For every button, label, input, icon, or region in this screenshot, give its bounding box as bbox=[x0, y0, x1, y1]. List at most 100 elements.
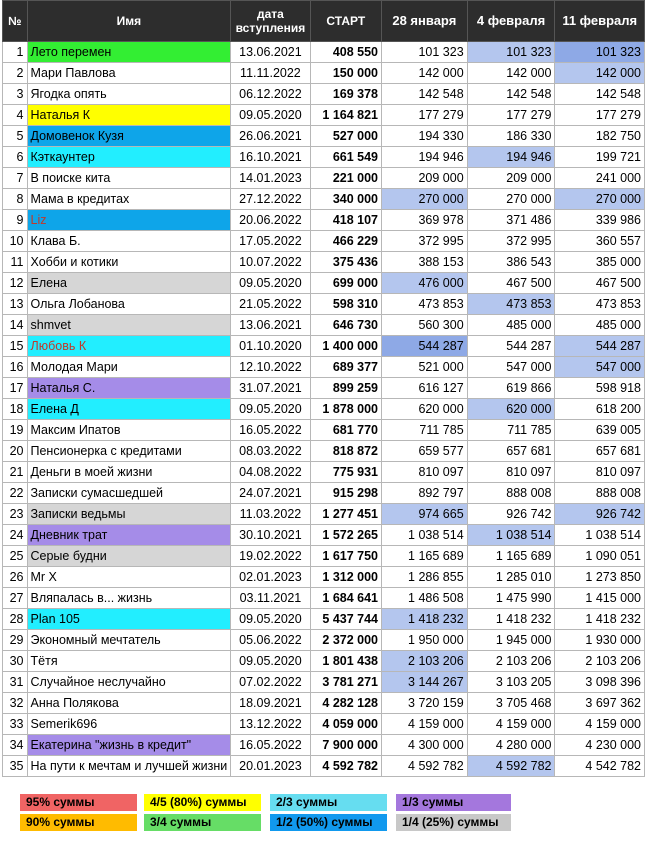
cell-join-date[interactable]: 26.06.2021 bbox=[230, 125, 311, 147]
header-week-2[interactable]: 4 февраля bbox=[466, 0, 556, 42]
header-start[interactable]: СТАРТ bbox=[309, 0, 383, 42]
cell-week-1[interactable]: 4 592 782 bbox=[381, 755, 468, 777]
cell-name[interactable]: Анна Полякова bbox=[26, 692, 232, 714]
cell-week-1[interactable]: 1 418 232 bbox=[381, 608, 468, 630]
cell-week-2[interactable]: 142 548 bbox=[466, 83, 556, 105]
cell-num[interactable]: 3 bbox=[2, 83, 28, 105]
cell-start[interactable]: 598 310 bbox=[309, 293, 383, 315]
cell-join-date[interactable]: 24.07.2021 bbox=[230, 482, 311, 504]
cell-start[interactable]: 1 572 265 bbox=[309, 524, 383, 546]
cell-join-date[interactable]: 27.12.2022 bbox=[230, 188, 311, 210]
cell-week-1[interactable]: 659 577 bbox=[381, 440, 468, 462]
cell-week-2[interactable]: 270 000 bbox=[466, 188, 556, 210]
cell-week-2[interactable]: 101 323 bbox=[466, 41, 556, 63]
cell-week-1[interactable]: 4 159 000 bbox=[381, 713, 468, 735]
cell-join-date[interactable]: 13.06.2021 bbox=[230, 314, 311, 336]
cell-start[interactable]: 5 437 744 bbox=[309, 608, 383, 630]
cell-start[interactable]: 221 000 bbox=[309, 167, 383, 189]
cell-week-3[interactable]: 4 159 000 bbox=[554, 713, 645, 735]
cell-week-2[interactable]: 4 159 000 bbox=[466, 713, 556, 735]
cell-week-3[interactable]: 142 000 bbox=[554, 62, 645, 84]
cell-week-3[interactable]: 3 697 362 bbox=[554, 692, 645, 714]
cell-num[interactable]: 13 bbox=[2, 293, 28, 315]
cell-week-1[interactable]: 616 127 bbox=[381, 377, 468, 399]
cell-start[interactable]: 899 259 bbox=[309, 377, 383, 399]
cell-week-1[interactable]: 101 323 bbox=[381, 41, 468, 63]
cell-num[interactable]: 12 bbox=[2, 272, 28, 294]
cell-num[interactable]: 14 bbox=[2, 314, 28, 336]
cell-week-1[interactable]: 1 165 689 bbox=[381, 545, 468, 567]
cell-name[interactable]: Деньги в моей жизни bbox=[26, 461, 232, 483]
cell-week-1[interactable]: 476 000 bbox=[381, 272, 468, 294]
cell-num[interactable]: 30 bbox=[2, 650, 28, 672]
cell-start[interactable]: 1 164 821 bbox=[309, 104, 383, 126]
cell-name[interactable]: Записки ведьмы bbox=[26, 503, 232, 525]
cell-week-1[interactable]: 142 548 bbox=[381, 83, 468, 105]
cell-start[interactable]: 150 000 bbox=[309, 62, 383, 84]
cell-week-3[interactable]: 657 681 bbox=[554, 440, 645, 462]
cell-num[interactable]: 9 bbox=[2, 209, 28, 231]
cell-week-3[interactable]: 639 005 bbox=[554, 419, 645, 441]
cell-week-3[interactable]: 618 200 bbox=[554, 398, 645, 420]
cell-start[interactable]: 1 878 000 bbox=[309, 398, 383, 420]
cell-week-1[interactable]: 3 144 267 bbox=[381, 671, 468, 693]
cell-week-3[interactable]: 199 721 bbox=[554, 146, 645, 168]
cell-num[interactable]: 11 bbox=[2, 251, 28, 273]
cell-num[interactable]: 26 bbox=[2, 566, 28, 588]
cell-week-2[interactable]: 711 785 bbox=[466, 419, 556, 441]
cell-week-1[interactable]: 544 287 bbox=[381, 335, 468, 357]
cell-name[interactable]: Экономный мечтатель bbox=[26, 629, 232, 651]
cell-num[interactable]: 1 bbox=[2, 41, 28, 63]
cell-num[interactable]: 18 bbox=[2, 398, 28, 420]
cell-week-2[interactable]: 3 103 205 bbox=[466, 671, 556, 693]
cell-join-date[interactable]: 18.09.2021 bbox=[230, 692, 311, 714]
cell-start[interactable]: 1 312 000 bbox=[309, 566, 383, 588]
cell-join-date[interactable]: 21.05.2022 bbox=[230, 293, 311, 315]
cell-week-2[interactable]: 485 000 bbox=[466, 314, 556, 336]
cell-week-1[interactable]: 892 797 bbox=[381, 482, 468, 504]
cell-join-date[interactable]: 03.11.2021 bbox=[230, 587, 311, 609]
cell-name[interactable]: Мама в кредитах bbox=[26, 188, 232, 210]
cell-week-2[interactable]: 473 853 bbox=[466, 293, 556, 315]
cell-join-date[interactable]: 13.06.2021 bbox=[230, 41, 311, 63]
cell-week-2[interactable]: 1 038 514 bbox=[466, 524, 556, 546]
cell-start[interactable]: 2 372 000 bbox=[309, 629, 383, 651]
cell-week-2[interactable]: 547 000 bbox=[466, 356, 556, 378]
cell-start[interactable]: 375 436 bbox=[309, 251, 383, 273]
cell-num[interactable]: 7 bbox=[2, 167, 28, 189]
cell-num[interactable]: 20 bbox=[2, 440, 28, 462]
cell-week-3[interactable]: 385 000 bbox=[554, 251, 645, 273]
cell-num[interactable]: 27 bbox=[2, 587, 28, 609]
cell-join-date[interactable]: 20.01.2023 bbox=[230, 755, 311, 777]
cell-week-1[interactable]: 270 000 bbox=[381, 188, 468, 210]
cell-start[interactable]: 1 684 641 bbox=[309, 587, 383, 609]
cell-name[interactable]: Тётя bbox=[26, 650, 232, 672]
cell-week-3[interactable]: 544 287 bbox=[554, 335, 645, 357]
header-week-1[interactable]: 28 января bbox=[381, 0, 468, 42]
cell-week-3[interactable]: 101 323 bbox=[554, 41, 645, 63]
cell-join-date[interactable]: 31.07.2021 bbox=[230, 377, 311, 399]
cell-week-3[interactable]: 4 542 782 bbox=[554, 755, 645, 777]
cell-week-2[interactable]: 467 500 bbox=[466, 272, 556, 294]
cell-week-2[interactable]: 372 995 bbox=[466, 230, 556, 252]
cell-name[interactable]: В поиске кита bbox=[26, 167, 232, 189]
cell-start[interactable]: 1 801 438 bbox=[309, 650, 383, 672]
cell-name[interactable]: Дневник трат bbox=[26, 524, 232, 546]
cell-name[interactable]: Хобби и котики bbox=[26, 251, 232, 273]
cell-start[interactable]: 3 781 271 bbox=[309, 671, 383, 693]
cell-start[interactable]: 408 550 bbox=[309, 41, 383, 63]
cell-week-1[interactable]: 388 153 bbox=[381, 251, 468, 273]
cell-start[interactable]: 646 730 bbox=[309, 314, 383, 336]
cell-week-3[interactable]: 4 230 000 bbox=[554, 734, 645, 756]
cell-num[interactable]: 35 bbox=[2, 755, 28, 777]
cell-join-date[interactable]: 09.05.2020 bbox=[230, 650, 311, 672]
cell-start[interactable]: 818 872 bbox=[309, 440, 383, 462]
cell-start[interactable]: 915 298 bbox=[309, 482, 383, 504]
cell-name[interactable]: Клава Б. bbox=[26, 230, 232, 252]
cell-num[interactable]: 34 bbox=[2, 734, 28, 756]
cell-name[interactable]: Лето перемен bbox=[26, 41, 232, 63]
cell-week-1[interactable]: 1 486 508 bbox=[381, 587, 468, 609]
cell-num[interactable]: 21 bbox=[2, 461, 28, 483]
cell-week-1[interactable]: 560 300 bbox=[381, 314, 468, 336]
cell-week-2[interactable]: 4 592 782 bbox=[466, 755, 556, 777]
